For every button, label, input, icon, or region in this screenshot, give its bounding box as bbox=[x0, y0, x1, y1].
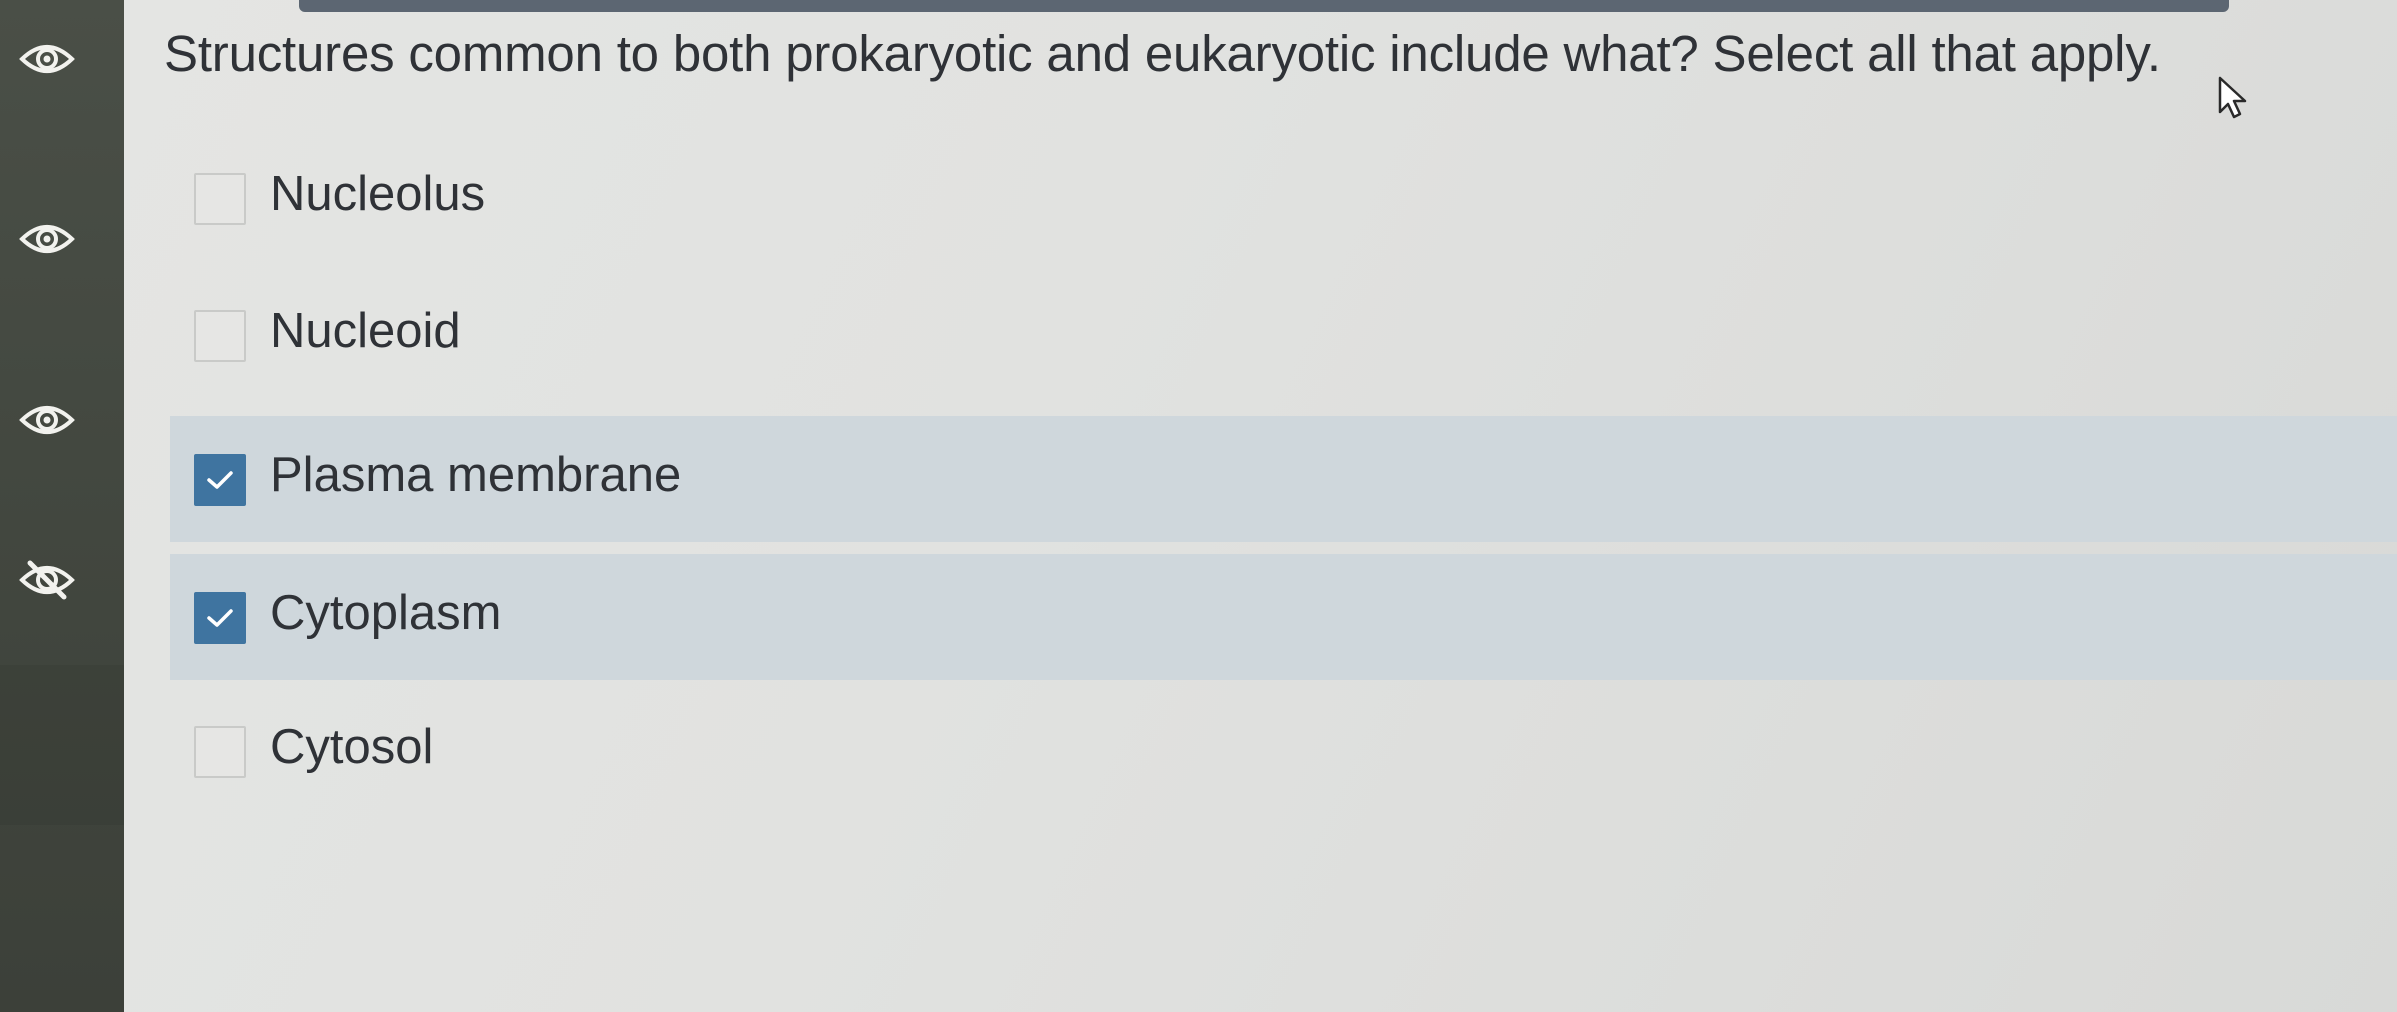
sidebar bbox=[0, 0, 124, 1012]
option-label: Nucleoid bbox=[270, 304, 461, 358]
checkbox-checked[interactable] bbox=[194, 454, 246, 506]
option-nucleoid[interactable]: Nucleoid bbox=[170, 272, 2397, 398]
eye-icon bbox=[19, 225, 75, 253]
option-plasma-membrane[interactable]: Plasma membrane bbox=[170, 416, 2397, 542]
show-toggle-2[interactable] bbox=[16, 217, 78, 261]
option-nucleolus[interactable]: Nucleolus bbox=[170, 135, 2397, 261]
checkbox[interactable] bbox=[194, 726, 246, 778]
show-toggle-1[interactable] bbox=[16, 37, 78, 81]
checkmark-icon bbox=[207, 609, 233, 627]
checkmark-icon bbox=[207, 471, 233, 489]
eye-slash-icon bbox=[19, 560, 75, 600]
checkbox-checked[interactable] bbox=[194, 592, 246, 644]
question-text: Structures common to both prokaryotic an… bbox=[164, 25, 2161, 82]
checkbox[interactable] bbox=[194, 173, 246, 225]
option-cytosol[interactable]: Cytosol bbox=[170, 688, 2397, 814]
top-tab-bar bbox=[299, 0, 2229, 12]
option-label: Plasma membrane bbox=[270, 448, 682, 502]
hide-toggle-4[interactable] bbox=[16, 558, 78, 602]
mouse-cursor-icon bbox=[2218, 76, 2247, 119]
sidebar-shade bbox=[0, 665, 124, 825]
option-label: Cytoplasm bbox=[270, 586, 502, 640]
option-label: Nucleolus bbox=[270, 167, 486, 221]
show-toggle-3[interactable] bbox=[16, 398, 78, 442]
option-cytoplasm[interactable]: Cytoplasm bbox=[170, 554, 2397, 680]
checkbox[interactable] bbox=[194, 310, 246, 362]
eye-icon bbox=[19, 45, 75, 73]
option-label: Cytosol bbox=[270, 720, 434, 774]
eye-icon bbox=[19, 406, 75, 434]
